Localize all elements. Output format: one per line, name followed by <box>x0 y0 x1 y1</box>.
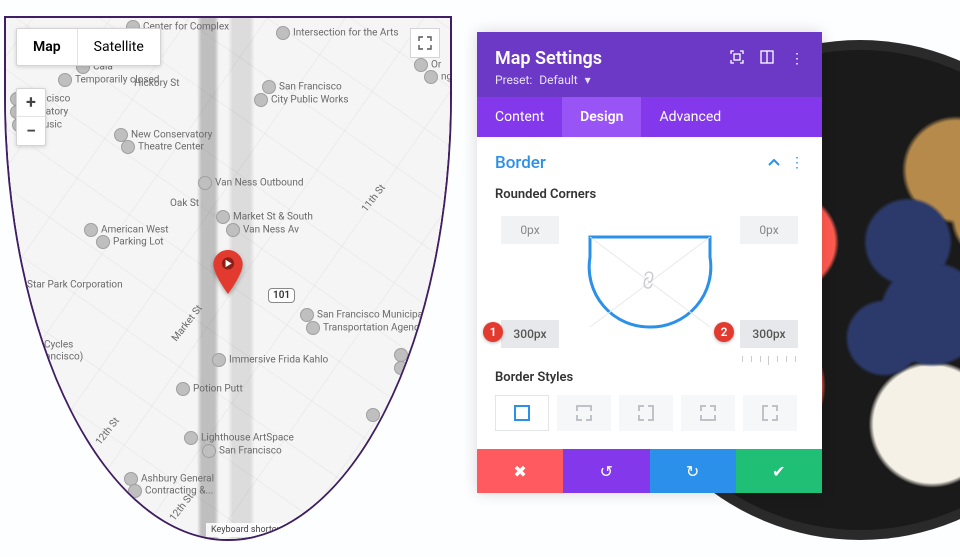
tab-design[interactable]: Design <box>562 97 641 137</box>
map-poi: Intersection for the Arts <box>276 26 399 40</box>
settings-panel: Map Settings Preset: Default ▾ ⋮ Content… <box>477 32 822 493</box>
map-street-label: Hickory St <box>134 78 179 89</box>
panel-header: Map Settings Preset: Default ▾ ⋮ <box>477 32 822 97</box>
cancel-button[interactable]: ✖ <box>477 449 563 493</box>
section-title: Border <box>495 153 546 173</box>
map-poi: Van Ness Outbound <box>198 176 303 190</box>
map-poi: San Francis <box>394 348 452 362</box>
border-styles-options <box>495 395 804 431</box>
tab-advanced[interactable]: Advanced <box>641 97 739 137</box>
map-poi: SF DBI <box>366 408 412 422</box>
map-poi: Theatre Center <box>121 140 204 154</box>
map-poi: Parking Lot <box>96 235 164 249</box>
border-style-all[interactable] <box>495 395 549 431</box>
corner-preview <box>580 227 720 337</box>
zoom-controls: + − <box>16 88 46 146</box>
undo-button[interactable]: ↺ <box>563 449 649 493</box>
map-type-map[interactable]: Map <box>17 29 78 65</box>
rounded-corners-label: Rounded Corners <box>495 187 804 202</box>
redo-button[interactable]: ↻ <box>650 449 736 493</box>
action-bar: ✖ ↺ ↻ ✔ <box>477 449 822 493</box>
section-header[interactable]: Border ⋮ <box>495 153 804 173</box>
callout-2: 2 <box>714 322 734 342</box>
save-button[interactable]: ✔ <box>736 449 822 493</box>
map-poi: nge <box>424 70 452 84</box>
callout-1: 1 <box>483 322 503 342</box>
map-module[interactable]: Center for ComplexIntersection for the A… <box>4 16 452 541</box>
map-poi: Market St & South <box>216 210 313 224</box>
map-poi: San Francisco <box>202 444 282 458</box>
map-poi: Planning De <box>394 361 452 375</box>
highway-badge: 101 <box>268 288 295 303</box>
map-poi: Star Park Corporation <box>10 278 123 292</box>
map-poi: City Public Works <box>254 93 348 107</box>
map-poi: Van Ness Av <box>226 223 299 237</box>
kebab-menu-icon[interactable]: ⋮ <box>790 51 804 67</box>
border-style-bottom[interactable] <box>681 395 735 431</box>
panel-tabs: Content Design Advanced <box>477 97 822 137</box>
corner-bottom-left-input[interactable]: 300px <box>501 320 559 348</box>
zoom-in-button[interactable]: + <box>17 89 45 117</box>
keyboard-shortcuts-link[interactable]: Keyboard shortcuts <box>206 523 294 537</box>
collapse-icon[interactable] <box>768 155 780 171</box>
map-poi: an Francisco) <box>6 350 83 364</box>
map-poi: Potion Putt <box>176 382 243 396</box>
map-poi: San Francisco Municipal <box>300 308 426 322</box>
map-type-controls: Map Satellite <box>16 28 161 66</box>
panel-title: Map Settings <box>495 48 602 69</box>
section-kebab-icon[interactable]: ⋮ <box>790 155 804 171</box>
zoom-out-button[interactable]: − <box>17 117 45 145</box>
chevron-down-icon: ▾ <box>585 73 591 87</box>
corner-top-right-input[interactable]: 0px <box>740 216 798 244</box>
value-stepper[interactable] <box>742 356 796 362</box>
map-street-label: Oak St <box>170 198 199 209</box>
border-style-left[interactable] <box>743 395 797 431</box>
map-type-satellite[interactable]: Satellite <box>78 29 160 65</box>
map-marker[interactable] <box>206 250 250 294</box>
tab-content[interactable]: Content <box>477 97 562 137</box>
corner-top-left-input[interactable]: 0px <box>501 216 559 244</box>
preset-selector[interactable]: Preset: Default ▾ <box>495 73 602 87</box>
fullscreen-icon[interactable] <box>410 28 440 58</box>
map-poi: Lighthouse ArtSpace <box>184 431 294 445</box>
border-style-right[interactable] <box>619 395 673 431</box>
rounded-corners-control: 0px 0px 300px 300px 1 2 <box>495 212 804 352</box>
expand-icon[interactable] <box>730 50 744 68</box>
map-poi: Immersive Frida Kahlo <box>212 353 328 367</box>
corner-bottom-right-input[interactable]: 300px <box>740 320 798 348</box>
map-poi: Transportation Agency <box>306 321 424 335</box>
border-styles-label: Border Styles <box>495 370 804 385</box>
border-style-top[interactable] <box>557 395 611 431</box>
map-poi: Contracting &... <box>128 484 213 498</box>
columns-icon[interactable] <box>760 50 774 68</box>
map-poi: San Francisco <box>262 80 342 94</box>
